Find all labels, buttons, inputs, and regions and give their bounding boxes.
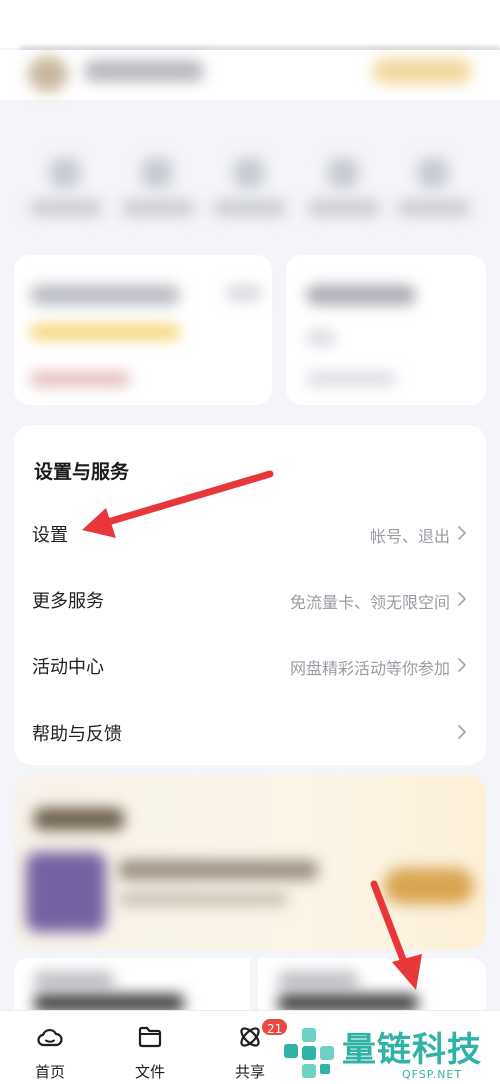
avatar[interactable] [28, 56, 68, 92]
settings-row-label: 设置 [32, 525, 68, 546]
promo-button-blurred[interactable] [384, 868, 474, 904]
help-feedback-row[interactable]: 帮助与反馈 [14, 702, 486, 762]
storage-progress-bar [30, 325, 180, 339]
quick-action-label [398, 200, 470, 216]
settings-row-value: 帐号、退出 [369, 527, 450, 546]
more-services-row[interactable]: 更多服务 免流量卡、领无限空间 [14, 569, 486, 629]
promo-subtext-blurred [118, 892, 288, 906]
membership-value-blurred [306, 330, 336, 346]
section-title: 设置与服务 [34, 461, 130, 483]
chevron-right-icon [458, 592, 466, 606]
bottom-cards [14, 958, 486, 1018]
promo-title-blurred [34, 808, 124, 830]
membership-title-blurred [306, 285, 416, 305]
membership-note-blurred [306, 372, 396, 386]
username-blurred [84, 60, 204, 82]
watermark-subtext: QFSP.NET [402, 1068, 463, 1081]
top-status-area [0, 0, 500, 48]
watermark: 量链科技 QFSP.NET [280, 1020, 500, 1084]
tab-files-label: 文件 [134, 1063, 165, 1081]
quick-action[interactable] [116, 140, 196, 230]
watermark-text: 量链科技 [342, 1030, 482, 1070]
quick-action[interactable] [208, 140, 288, 230]
quick-action[interactable] [24, 140, 104, 230]
quick-action-icon [328, 158, 358, 188]
quick-actions-row [0, 140, 500, 230]
help-feedback-label: 帮助与反馈 [32, 724, 122, 745]
chevron-right-icon [458, 725, 466, 739]
quick-action-label [308, 200, 380, 216]
watermark-logo-icon [284, 1028, 334, 1078]
bottom-card-title [278, 972, 358, 988]
activity-center-label: 活动中心 [32, 657, 104, 678]
quick-action-icon [50, 158, 80, 188]
settings-services-card: 设置与服务 设置 帐号、退出 更多服务 免流量卡、领无限空间 活动中心 网盘精彩… [14, 425, 486, 765]
settings-row[interactable]: 设置 帐号、退出 [14, 503, 486, 563]
storage-title-blurred [30, 285, 180, 305]
quick-action-icon [142, 158, 172, 188]
more-services-label: 更多服务 [32, 591, 104, 612]
folder-icon [138, 1026, 162, 1048]
activity-center-value: 网盘精彩活动等你参加 [289, 659, 450, 678]
bottom-card-left[interactable] [14, 958, 250, 1018]
cloud-home-icon [37, 1028, 63, 1047]
bottom-card-title [34, 972, 114, 988]
quick-action-label [30, 200, 102, 216]
bottom-card-right[interactable] [258, 958, 486, 1018]
promo-image [26, 852, 106, 932]
quick-action-icon [418, 158, 448, 188]
more-services-value: 免流量卡、领无限空间 [289, 593, 450, 612]
chevron-right-icon [458, 526, 466, 540]
tab-home-label: 首页 [34, 1063, 65, 1081]
storage-note-blurred [30, 372, 130, 386]
activity-center-row[interactable]: 活动中心 网盘精彩活动等你参加 [14, 635, 486, 695]
tab-home[interactable]: 首页 [10, 1023, 90, 1083]
quick-action-label [122, 200, 194, 216]
vip-button-blurred[interactable] [372, 58, 472, 84]
storage-tag-blurred [226, 285, 262, 301]
quick-action[interactable] [392, 140, 472, 230]
quick-action-icon [234, 158, 264, 188]
quick-action-label [214, 200, 286, 216]
promo-text-blurred [118, 860, 318, 880]
tab-share-label: 共享 [234, 1063, 265, 1081]
tab-share[interactable]: 21 共享 [210, 1017, 290, 1083]
chevron-right-icon [458, 658, 466, 672]
tab-files[interactable]: 文件 [110, 1023, 190, 1083]
quick-action[interactable] [302, 140, 382, 230]
